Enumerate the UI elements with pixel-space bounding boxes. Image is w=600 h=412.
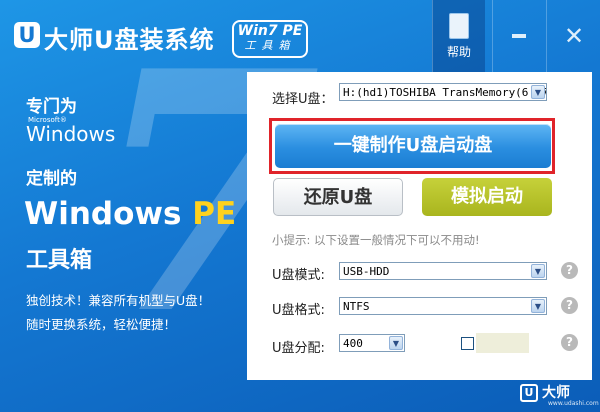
footer-brand: 大师: [542, 385, 570, 401]
tip-text: 小提示: 以下设置一般情况下可以不用动!: [272, 233, 480, 247]
chevron-down-icon[interactable]: ▼: [531, 299, 545, 313]
allocation-checkbox[interactable]: [461, 337, 474, 350]
make-bootable-button[interactable]: 一键制作U盘启动盘: [275, 124, 551, 168]
promo-line-1: 独创技术！兼容所有机型与U盘！: [26, 293, 211, 308]
windows-logo-text: Windows: [26, 122, 116, 146]
app-window: U 大师U盘装系统 Win7 PE 工具箱 帮助 ✕ 7 专门为 Microso…: [0, 0, 600, 412]
book-icon: [449, 12, 469, 39]
drive-select-value: H:(hd1)TOSHIBA TransMemory(6.87: [343, 86, 547, 99]
emulate-boot-button[interactable]: 模拟启动: [422, 178, 552, 216]
footer-logo-icon: U: [520, 384, 538, 402]
tagline-custom: 定制的: [26, 169, 77, 189]
windows-pe-heading: Windows PE: [24, 196, 236, 232]
app-logo-icon: U: [14, 22, 40, 48]
toolbox-heading: 工具箱: [26, 248, 93, 273]
footer-url: www.udashi.com: [548, 400, 599, 407]
drive-select[interactable]: H:(hd1)TOSHIBA TransMemory(6.87 ▼: [339, 83, 547, 101]
windows-pe-pe: PE: [192, 196, 237, 232]
chevron-down-icon[interactable]: ▼: [531, 85, 545, 99]
chevron-down-icon[interactable]: ▼: [531, 264, 545, 278]
format-help-icon[interactable]: ?: [561, 297, 578, 314]
footer-logo: U 大师 www.udashi.com: [520, 380, 599, 407]
allocation-help-icon[interactable]: ?: [561, 334, 578, 351]
format-select[interactable]: NTFS ▼: [339, 297, 547, 315]
allocation-checkbox-area: [476, 333, 529, 353]
minimize-icon: [512, 34, 526, 38]
mode-label: U盘模式:: [272, 268, 325, 283]
help-button[interactable]: 帮助: [432, 0, 485, 72]
minimize-button[interactable]: [492, 0, 545, 72]
close-button[interactable]: ✕: [546, 0, 600, 72]
windows-pe-windows: Windows: [24, 196, 182, 232]
help-label: 帮助: [446, 44, 471, 59]
mode-help-icon[interactable]: ?: [561, 262, 578, 279]
select-drive-label: 选择U盘：: [272, 92, 334, 107]
allocation-select[interactable]: 400 ▼: [339, 334, 405, 352]
mode-select[interactable]: USB-HDD ▼: [339, 262, 547, 280]
format-label: U盘格式:: [272, 303, 325, 318]
restore-drive-button[interactable]: 还原U盘: [273, 178, 403, 216]
chevron-down-icon[interactable]: ▼: [389, 336, 403, 350]
allocation-select-value: 400: [343, 337, 363, 350]
promo-line-2: 随时更换系统，轻松便捷！: [26, 317, 177, 332]
close-icon: ✕: [563, 22, 585, 50]
allocation-label: U盘分配:: [272, 341, 325, 356]
format-select-value: NTFS: [343, 300, 370, 313]
tagline-for: 专门为: [26, 97, 77, 117]
mode-select-value: USB-HDD: [343, 265, 390, 278]
